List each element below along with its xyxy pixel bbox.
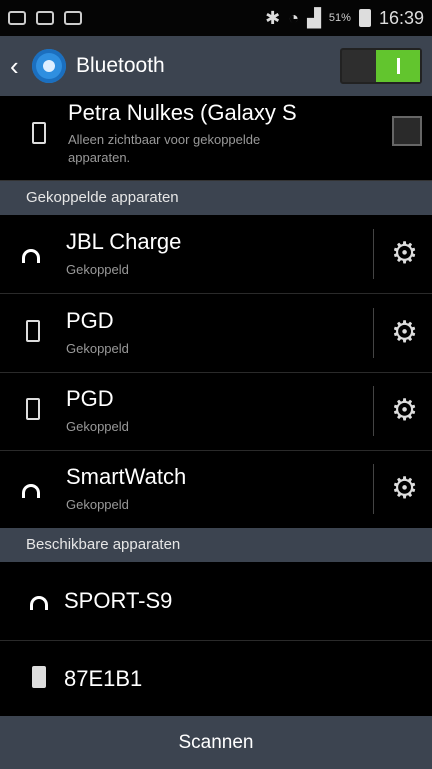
bluetooth-status-icon: ✱ <box>265 7 281 28</box>
paired-device-row[interactable]: PGD Gekoppeld ⚙ <box>0 372 432 451</box>
paired-device-row[interactable]: SmartWatch Gekoppeld ⚙ <box>0 450 432 529</box>
visibility-checkbox[interactable] <box>392 116 422 146</box>
page-title: Bluetooth <box>76 54 165 77</box>
status-bar: ✱ ◔ ▟ 51% 16:39 <box>0 0 432 36</box>
gear-icon[interactable]: ⚙ <box>391 318 418 348</box>
device-status: Gekoppeld <box>66 419 129 434</box>
gear-icon[interactable]: ⚙ <box>391 474 418 504</box>
device-status: Gekoppeld <box>66 497 129 512</box>
visibility-text-line2: apparaten. <box>68 150 131 165</box>
own-device-name: Petra Nulkes (Galaxy S <box>68 100 297 125</box>
clock: 16:39 <box>378 7 424 28</box>
upload-icon <box>64 11 82 25</box>
bluetooth-toggle[interactable] <box>340 48 422 84</box>
row-divider <box>373 229 374 279</box>
phone-icon <box>26 398 40 420</box>
headphones-icon <box>22 484 40 498</box>
paired-device-row[interactable]: PGD Gekoppeld ⚙ <box>0 294 432 373</box>
device-name: 87E1B1 <box>64 666 143 691</box>
device-name: SPORT-S9 <box>64 588 173 613</box>
signal-icon: ▟ <box>307 7 321 28</box>
available-device-row[interactable]: 87E1B1 <box>0 640 432 719</box>
row-divider <box>373 308 374 358</box>
paired-section-header: Gekoppelde apparaten <box>0 181 432 215</box>
device-name: PGD <box>66 386 114 411</box>
device-status: Gekoppeld <box>66 262 129 277</box>
headphones-icon <box>30 596 48 610</box>
available-section-header: Beschikbare apparaten <box>0 528 432 562</box>
device-name: JBL Charge <box>66 229 182 254</box>
gear-icon[interactable]: ⚙ <box>391 239 418 269</box>
row-divider <box>373 386 374 436</box>
battery-icon <box>358 9 371 27</box>
bluetooth-settings-icon[interactable] <box>32 49 66 83</box>
phone-icon <box>32 122 46 144</box>
visibility-text-line1: Alleen zichtbaar voor gekoppelde <box>68 132 261 147</box>
own-device-row[interactable]: Petra Nulkes (Galaxy S Alleen zichtbaar … <box>0 96 432 181</box>
download-icon <box>36 11 54 25</box>
gear-icon[interactable]: ⚙ <box>391 396 418 426</box>
available-device-row[interactable]: SPORT-S9 <box>0 562 432 641</box>
screenshot-icon <box>8 11 26 25</box>
toggle-knob <box>376 50 420 82</box>
phone-icon <box>26 320 40 342</box>
paired-device-row[interactable]: JBL Charge Gekoppeld ⚙ <box>0 215 432 294</box>
device-status: Gekoppeld <box>66 341 129 356</box>
row-divider <box>373 464 374 514</box>
device-name: SmartWatch <box>66 464 187 489</box>
notification-icons <box>0 11 82 25</box>
device-icon <box>32 666 46 688</box>
battery-percent: 51% <box>328 12 351 24</box>
device-name: PGD <box>66 308 114 333</box>
headphones-icon <box>22 249 40 263</box>
back-icon[interactable]: ‹ <box>0 51 28 82</box>
action-bar: ‹ Bluetooth <box>0 36 432 96</box>
scan-button[interactable]: Scannen <box>0 716 432 769</box>
wifi-icon: ◔ <box>288 7 300 28</box>
